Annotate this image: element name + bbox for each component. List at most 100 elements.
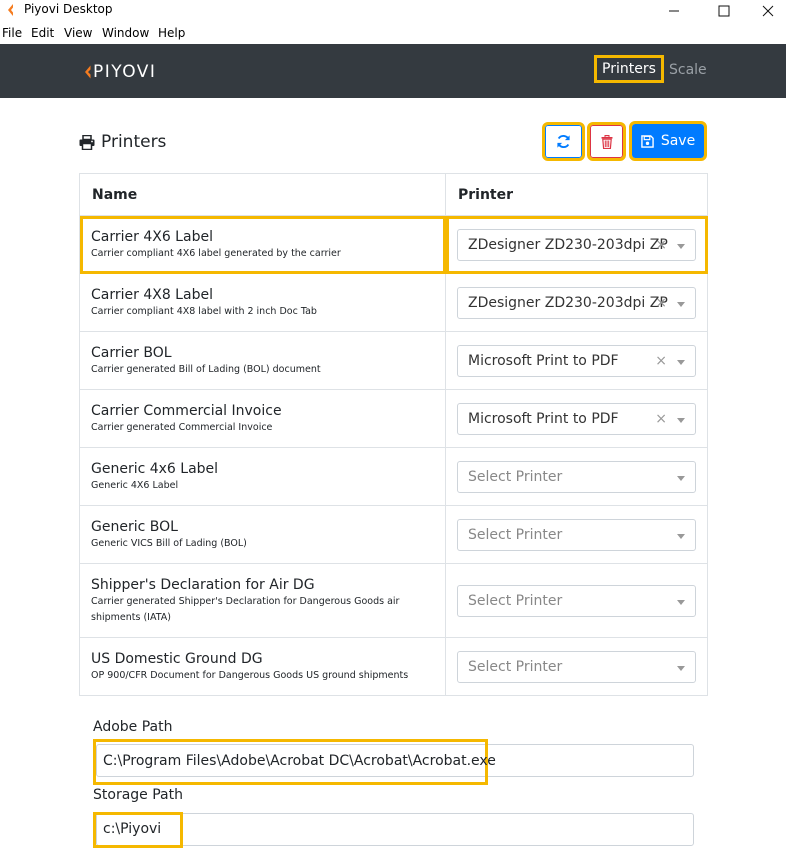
label-description: OP 900/CFR Document for Dangerous Goods … [91, 669, 409, 681]
label-name: Generic BOL [91, 518, 178, 535]
label-cell: Carrier Commercial Invoice Carrier gener… [79, 389, 446, 448]
label-name: US Domestic Ground DG [91, 650, 263, 667]
label-cell: Carrier 4X8 Label Carrier compliant 4X8 … [79, 273, 446, 332]
label-name: Shipper's Declaration for Air DG [91, 576, 315, 593]
save-button[interactable]: Save [629, 121, 707, 161]
label-name: Generic 4x6 Label [91, 460, 219, 477]
printer-cell: Microsoft Print to PDF × [445, 389, 708, 448]
close-button[interactable] [746, 0, 786, 22]
printer-cell: ZDesigner ZD230-203dpi ZPL × [445, 273, 708, 332]
printer-select[interactable]: Select Printer [457, 584, 696, 617]
printer-select-placeholder: Select Printer [468, 592, 563, 609]
trash-icon [601, 134, 612, 149]
clear-icon[interactable]: × [655, 353, 667, 369]
printer-select[interactable]: Select Printer [457, 460, 696, 493]
table-row: Carrier BOL Carrier generated Bill of La… [79, 331, 708, 390]
printer-cell: ZDesigner ZD230-203dpi ZPL × [445, 215, 708, 274]
window-title: Piyovi Desktop [24, 2, 113, 16]
printer-cell: Select Printer [445, 637, 708, 696]
label-cell: Shipper's Declaration for Air DG Carrier… [79, 563, 446, 638]
printer-cell: Microsoft Print to PDF × [445, 331, 708, 390]
menu-view[interactable]: View [64, 26, 92, 40]
clear-icon[interactable]: × [655, 295, 667, 311]
label-description: Generic VICS Bill of Lading (BOL) [91, 537, 247, 549]
table-row: Carrier Commercial Invoice Carrier gener… [79, 389, 708, 448]
menu-edit[interactable]: Edit [31, 26, 54, 40]
printer-select[interactable]: Select Printer [457, 518, 696, 551]
adobe-path-label: Adobe Path [93, 719, 173, 735]
printer-select[interactable]: ZDesigner ZD230-203dpi ZPL × [457, 228, 696, 261]
chevron-down-icon[interactable] [677, 243, 685, 249]
label-description: Carrier generated Commercial Invoice [91, 421, 273, 433]
printer-cell: Select Printer [445, 447, 708, 506]
printer-select[interactable]: Select Printer [457, 650, 696, 683]
printer-select[interactable]: ZDesigner ZD230-203dpi ZPL × [457, 286, 696, 319]
table-row: US Domestic Ground DG OP 900/CFR Documen… [79, 637, 708, 696]
nav-scale[interactable]: Scale [669, 62, 707, 78]
window-titlebar: Piyovi Desktop [0, 0, 786, 22]
maximize-button[interactable] [702, 0, 746, 22]
label-cell: Generic 4x6 Label Generic 4X6 Label [79, 447, 446, 506]
printers-table: Name Printer Carrier 4X6 Label Carrier c… [79, 173, 708, 696]
chevron-down-icon[interactable] [677, 533, 685, 539]
label-description: Carrier generated Bill of Lading (BOL) d… [91, 363, 321, 375]
label-name: Carrier Commercial Invoice [91, 402, 282, 419]
logo-chevron-icon [85, 65, 91, 79]
close-icon [762, 5, 774, 17]
chevron-down-icon[interactable] [677, 599, 685, 605]
label-description: Carrier compliant 4X8 label with 2 inch … [91, 305, 317, 317]
refresh-icon [557, 134, 570, 149]
label-description: Carrier compliant 4X6 label generated by… [91, 247, 341, 259]
delete-button[interactable] [587, 122, 626, 161]
label-description: Generic 4X6 Label [91, 479, 179, 491]
page-title-text: Printers [101, 132, 167, 152]
save-icon [641, 134, 654, 148]
chevron-down-icon[interactable] [677, 417, 685, 423]
minimize-icon [669, 10, 679, 12]
label-cell: Carrier 4X6 Label Carrier compliant 4X6 … [79, 215, 446, 274]
label-name: Carrier 4X6 Label [91, 228, 213, 245]
printer-select-value: Microsoft Print to PDF [468, 410, 619, 427]
nav-printers[interactable]: Printers [594, 55, 664, 83]
column-header-name: Name [79, 173, 446, 216]
printer-cell: Select Printer [445, 505, 708, 564]
printer-select[interactable]: Microsoft Print to PDF × [457, 344, 696, 377]
menu-window[interactable]: Window [102, 26, 149, 40]
storage-path-input[interactable] [96, 813, 694, 846]
menu-file[interactable]: File [2, 26, 22, 40]
label-cell: US Domestic Ground DG OP 900/CFR Documen… [79, 637, 446, 696]
printer-cell: Select Printer [445, 563, 708, 638]
printer-select-value: ZDesigner ZD230-203dpi ZPL [468, 294, 668, 311]
chevron-down-icon[interactable] [677, 665, 685, 671]
table-row: Generic BOL Generic VICS Bill of Lading … [79, 505, 708, 564]
maximize-icon [718, 5, 730, 17]
printer-select-placeholder: Select Printer [468, 526, 563, 543]
label-name: Carrier BOL [91, 344, 172, 361]
clear-icon[interactable]: × [655, 237, 667, 253]
table-row: Shipper's Declaration for Air DG Carrier… [79, 563, 708, 638]
minimize-button[interactable] [652, 0, 696, 22]
chevron-down-icon[interactable] [677, 475, 685, 481]
refresh-button[interactable] [542, 122, 585, 161]
save-label: Save [660, 133, 696, 149]
printer-select-placeholder: Select Printer [468, 658, 563, 675]
clear-icon[interactable]: × [655, 411, 667, 427]
chevron-down-icon[interactable] [677, 301, 685, 307]
printer-select[interactable]: Microsoft Print to PDF × [457, 402, 696, 435]
table-row: Generic 4x6 Label Generic 4X6 Label Sele… [79, 447, 708, 506]
label-description: Carrier generated Shipper's Declaration … [91, 595, 400, 623]
chevron-down-icon[interactable] [677, 359, 685, 365]
brand-logo[interactable]: PIYOVI [84, 62, 156, 82]
storage-path-value: c:\Piyovi [103, 821, 162, 837]
label-cell: Generic BOL Generic VICS Bill of Lading … [79, 505, 446, 564]
table-row: Carrier 4X8 Label Carrier compliant 4X8 … [79, 273, 708, 332]
printer-select-placeholder: Select Printer [468, 468, 563, 485]
logo-text: PIYOVI [93, 62, 157, 82]
adobe-path-value: C:\Program Files\Adobe\Acrobat DC\Acroba… [103, 753, 496, 769]
table-header-row: Name Printer [79, 173, 708, 216]
column-header-printer: Printer [445, 173, 708, 216]
menu-help[interactable]: Help [158, 26, 185, 40]
storage-path-label: Storage Path [93, 787, 183, 803]
printer-select-value: Microsoft Print to PDF [468, 352, 619, 369]
printer-select-value: ZDesigner ZD230-203dpi ZPL [468, 236, 668, 253]
